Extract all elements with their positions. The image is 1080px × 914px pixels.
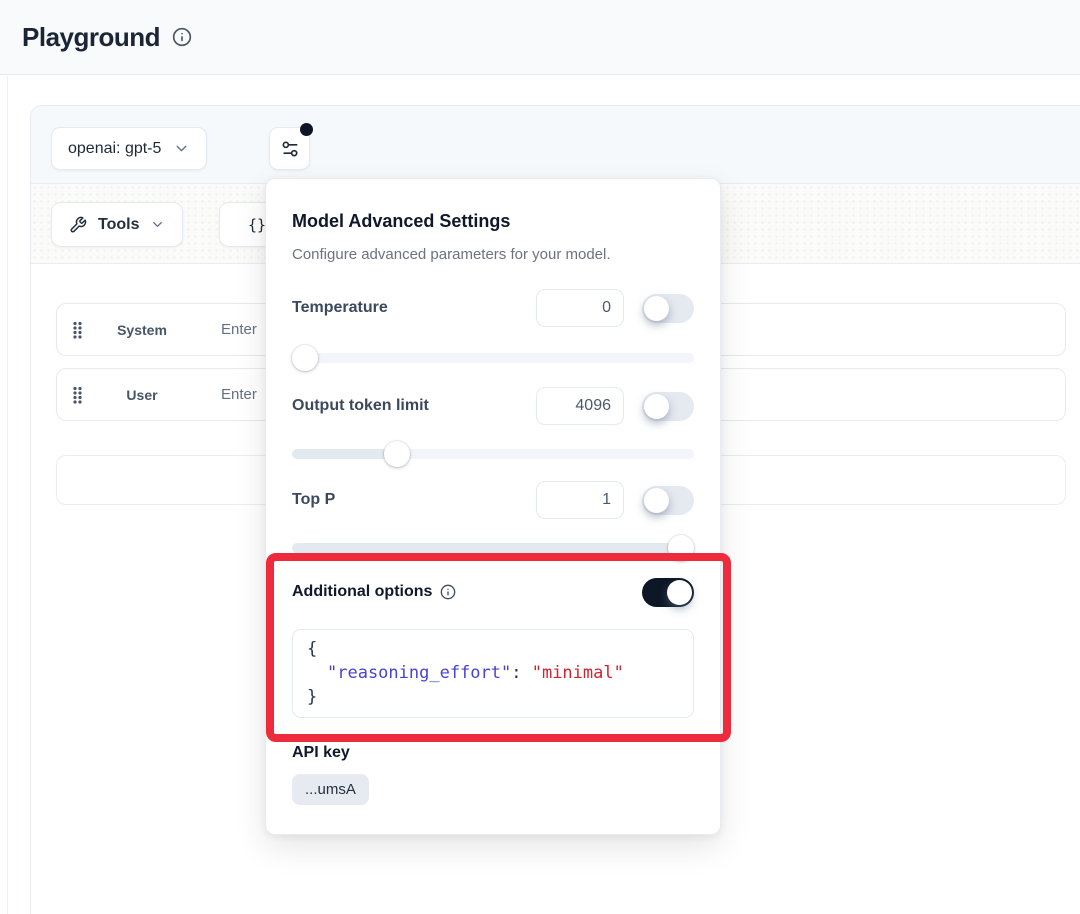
top-p-input[interactable]: 1	[536, 481, 624, 519]
grip-vertical-icon[interactable]	[72, 385, 83, 405]
additional-options-text: Additional options	[292, 583, 432, 601]
page-header: Playground	[0, 0, 1080, 75]
temperature-slider[interactable]	[292, 345, 694, 371]
info-icon[interactable]	[440, 584, 456, 600]
message-placeholder[interactable]: Enter	[221, 386, 257, 403]
additional-options-toggle[interactable]	[642, 578, 694, 607]
code-line: {	[307, 638, 679, 662]
tools-button[interactable]: Tools	[51, 202, 183, 247]
api-key-label: API key	[292, 744, 694, 762]
api-key-badge[interactable]: ...umsA	[292, 774, 369, 805]
output-token-limit-label: Output token limit	[292, 397, 518, 415]
popover-subtitle: Configure advanced parameters for your m…	[292, 245, 694, 265]
top-p-toggle[interactable]	[642, 486, 694, 515]
sidebar-divider	[7, 76, 8, 914]
model-advanced-settings-button[interactable]	[269, 127, 310, 170]
temperature-row: Temperature 0	[292, 289, 694, 327]
output-token-limit-slider[interactable]	[292, 441, 694, 467]
slider-track[interactable]	[292, 353, 694, 363]
top-p-row: Top P 1	[292, 481, 694, 519]
slider-thumb[interactable]	[292, 345, 318, 371]
model-toolbar: openai: gpt-5	[31, 106, 1080, 184]
model-select-label: openai: gpt-5	[68, 140, 161, 158]
model-select-button[interactable]: openai: gpt-5	[51, 127, 207, 170]
temperature-input[interactable]: 0	[536, 289, 624, 327]
slider-thumb[interactable]	[384, 441, 410, 467]
additional-options-label: Additional options	[292, 583, 642, 601]
chevron-down-icon	[150, 217, 165, 232]
info-icon[interactable]	[172, 27, 192, 47]
top-p-label: Top P	[292, 491, 518, 509]
code-line: }	[307, 686, 679, 710]
tools-button-label: Tools	[98, 216, 139, 234]
output-token-limit-row: Output token limit 4096	[292, 387, 694, 425]
additional-options-row: Additional options	[292, 577, 694, 607]
json-key: "reasoning_effort"	[327, 663, 511, 683]
toggle-knob	[644, 488, 669, 513]
braces-icon: {}	[248, 216, 266, 234]
json-value: "minimal"	[532, 663, 624, 683]
sliders-icon	[280, 139, 300, 159]
toggle-knob	[644, 394, 669, 419]
slider-fill	[292, 449, 397, 459]
page-title: Playground	[22, 22, 160, 53]
json-separator: :	[511, 663, 531, 683]
grip-vertical-icon[interactable]	[72, 320, 83, 340]
output-token-limit-toggle[interactable]	[642, 392, 694, 421]
message-role-label: System	[103, 322, 181, 338]
temperature-label: Temperature	[292, 299, 518, 317]
code-line: "reasoning_effort": "minimal"	[307, 662, 679, 686]
popover-title: Model Advanced Settings	[292, 209, 694, 233]
message-placeholder[interactable]: Enter	[221, 321, 257, 338]
slider-thumb[interactable]	[668, 535, 694, 561]
chevron-down-icon	[173, 140, 190, 157]
temperature-toggle[interactable]	[642, 294, 694, 323]
message-role-label: User	[103, 387, 181, 403]
top-p-slider[interactable]	[292, 535, 694, 561]
toggle-knob	[644, 296, 669, 321]
additional-options-json-editor[interactable]: {"reasoning_effort": "minimal"}	[292, 629, 694, 718]
output-token-limit-input[interactable]: 4096	[536, 387, 624, 425]
slider-fill	[292, 543, 694, 553]
wrench-icon	[69, 216, 87, 234]
model-advanced-settings-popover: Model Advanced Settings Configure advanc…	[265, 178, 721, 835]
toggle-knob	[667, 580, 692, 605]
settings-notification-dot	[300, 123, 313, 136]
